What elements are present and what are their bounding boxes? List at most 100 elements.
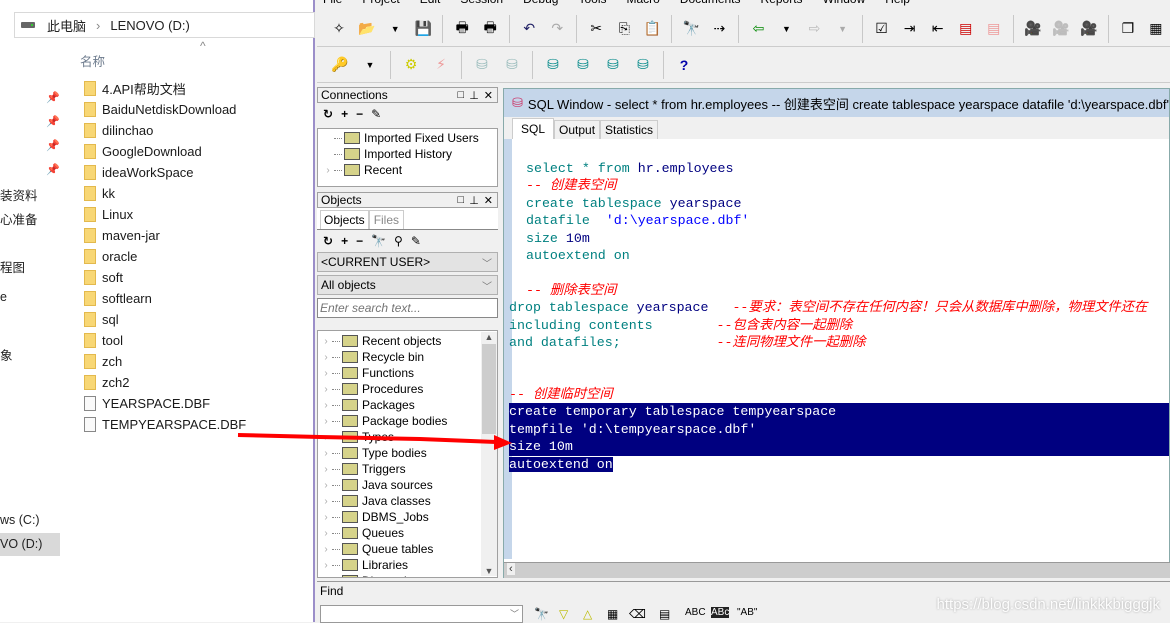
address-bar[interactable]: 此电脑 › LENOVO (D:) (14, 12, 315, 38)
float-icon[interactable]: □ (458, 194, 465, 207)
menu-macro[interactable]: Macro (626, 0, 659, 6)
regex-button[interactable]: "AB" (737, 607, 757, 618)
scroll-left-icon[interactable]: ‹ (507, 563, 515, 575)
remove-icon[interactable]: − (356, 107, 363, 121)
objects-scrollbar[interactable]: ▲ ▼ (481, 332, 497, 576)
help-icon[interactable]: ? (673, 54, 695, 76)
folder-item[interactable]: dilinchao (84, 120, 153, 140)
tree-node[interactable]: › DBMS_Jobs (320, 509, 495, 525)
clear-icon[interactable]: ⌫ (629, 607, 646, 621)
menu-reports[interactable]: Reports (761, 0, 803, 6)
menu-file[interactable]: File (323, 0, 342, 6)
object-search-input[interactable] (317, 298, 498, 318)
nav-item[interactable]: 心准备 (0, 209, 38, 228)
selection-only-icon[interactable]: ▤ (659, 607, 670, 621)
nav-item[interactable]: ws (C:) (0, 513, 40, 527)
macro-library-icon[interactable]: 🎥 (1079, 18, 1099, 40)
tree-node[interactable]: › Triggers (320, 461, 495, 477)
copy-icon[interactable]: ⎘ (614, 18, 634, 40)
file-item[interactable]: YEARSPACE.DBF (84, 393, 210, 413)
paste-icon[interactable]: 📋 (642, 18, 662, 40)
refresh-icon[interactable]: ↻ (323, 107, 333, 121)
menu-documents[interactable]: Documents (680, 0, 741, 6)
expand-icon[interactable]: › (320, 384, 332, 395)
pin-icon[interactable]: ⊥ (469, 194, 479, 207)
pin-icon[interactable]: 📌 (46, 91, 60, 104)
folder-item[interactable]: maven-jar (84, 225, 160, 245)
tree-node[interactable]: › Queue tables (320, 541, 495, 557)
tree-node[interactable]: › Types (320, 429, 495, 445)
add-icon[interactable]: + (341, 107, 348, 121)
scroll-down-icon[interactable]: ▼ (481, 566, 497, 576)
folder-item[interactable]: kk (84, 183, 115, 203)
menu-tools[interactable]: Tools (578, 0, 606, 6)
back-icon[interactable]: ⇦ (748, 18, 768, 40)
folder-item[interactable]: oracle (84, 246, 137, 266)
pin-icon[interactable]: 📌 (46, 163, 60, 176)
highlight-icon[interactable]: ▦ (607, 607, 618, 621)
tree-node[interactable]: › Type bodies (320, 445, 495, 461)
folder-item[interactable]: ideaWorkSpace (84, 162, 194, 182)
tab-sql[interactable]: SQL (512, 118, 555, 139)
break-icon[interactable]: ⚡ (430, 54, 452, 76)
tree-node[interactable]: › Java sources (320, 477, 495, 493)
save-icon[interactable]: 💾 (413, 18, 433, 40)
expand-icon[interactable]: › (320, 464, 332, 475)
folder-item[interactable]: 4.API帮助文档 (84, 78, 186, 98)
refresh-icon[interactable]: ↻ (323, 234, 333, 248)
horizontal-scrollbar[interactable]: ‹ (504, 562, 1170, 578)
find-next-icon[interactable]: ⇢ (709, 18, 729, 40)
tab-files[interactable]: Files (368, 210, 405, 229)
expand-icon[interactable]: › (320, 400, 332, 411)
remove-icon[interactable]: − (356, 234, 363, 248)
explain-plan-icon[interactable]: ⛁ (542, 54, 564, 76)
tree-node[interactable]: › Java classes (320, 493, 495, 509)
commit-icon[interactable]: ⛁ (471, 54, 493, 76)
chevron-down-icon[interactable]: ﹀ (510, 607, 519, 620)
expand-icon[interactable]: › (320, 496, 332, 507)
folder-item[interactable]: zch2 (84, 372, 129, 392)
find-input[interactable]: ﹀ (320, 605, 523, 623)
menu-help[interactable]: Help (885, 0, 910, 6)
sql-window-icon[interactable]: ⛁ (572, 54, 594, 76)
menu-debug[interactable]: Debug (523, 0, 558, 6)
object-search-icon[interactable]: ⛁ (602, 54, 624, 76)
menu-edit[interactable]: Edit (420, 0, 441, 6)
sql-editor[interactable]: select * from hr.employees -- 创建表空间 crea… (509, 160, 1169, 473)
dropdown-icon[interactable]: ▼ (776, 18, 796, 40)
nav-item[interactable]: 程图 (0, 257, 25, 276)
open-icon[interactable]: 📂 (357, 18, 377, 40)
tree-node[interactable]: › Recent objects (320, 333, 495, 349)
file-item[interactable]: TEMPYEARSPACE.DBF (84, 414, 246, 434)
print-icon[interactable]: 🖶 (452, 18, 472, 40)
find-binoculars-icon[interactable]: 🔭 (534, 607, 549, 621)
expand-icon[interactable]: › (320, 528, 332, 539)
float-icon[interactable]: □ (458, 89, 465, 102)
scroll-up-icon[interactable]: ▲ (481, 332, 497, 342)
expand-icon[interactable]: › (320, 416, 332, 427)
properties-icon[interactable]: ✎ (371, 107, 381, 121)
expand-icon[interactable]: › (322, 165, 334, 176)
menu-session[interactable]: Session (460, 0, 503, 6)
dropdown-icon[interactable]: ▼ (359, 54, 381, 76)
expand-icon[interactable]: › (320, 560, 332, 571)
menu-project[interactable]: Project (362, 0, 399, 6)
tab-objects[interactable]: Objects (320, 210, 369, 229)
macro-record-icon[interactable]: 🎥 (1023, 18, 1043, 40)
indent-icon[interactable]: ⇥ (900, 18, 920, 40)
pin-icon[interactable]: ⊥ (469, 89, 479, 102)
tree-node[interactable]: › Recycle bin (320, 349, 495, 365)
expand-icon[interactable]: › (320, 336, 332, 347)
find-next-icon[interactable]: ▽ (559, 607, 568, 621)
check-icon[interactable]: ☑ (872, 18, 892, 40)
nav-item[interactable]: e (0, 290, 7, 304)
add-icon[interactable]: + (341, 234, 348, 248)
folder-item[interactable]: BaiduNetdiskDownload (84, 99, 236, 119)
expand-icon[interactable]: › (320, 512, 332, 523)
expand-icon[interactable]: › (320, 544, 332, 555)
tree-node[interactable]: › Queues (320, 525, 495, 541)
column-header-name[interactable]: 名称 (80, 51, 105, 70)
find-icon[interactable]: 🔭 (681, 18, 701, 40)
menu-window[interactable]: Window (823, 0, 866, 6)
new-icon[interactable]: ✧ (329, 18, 349, 40)
